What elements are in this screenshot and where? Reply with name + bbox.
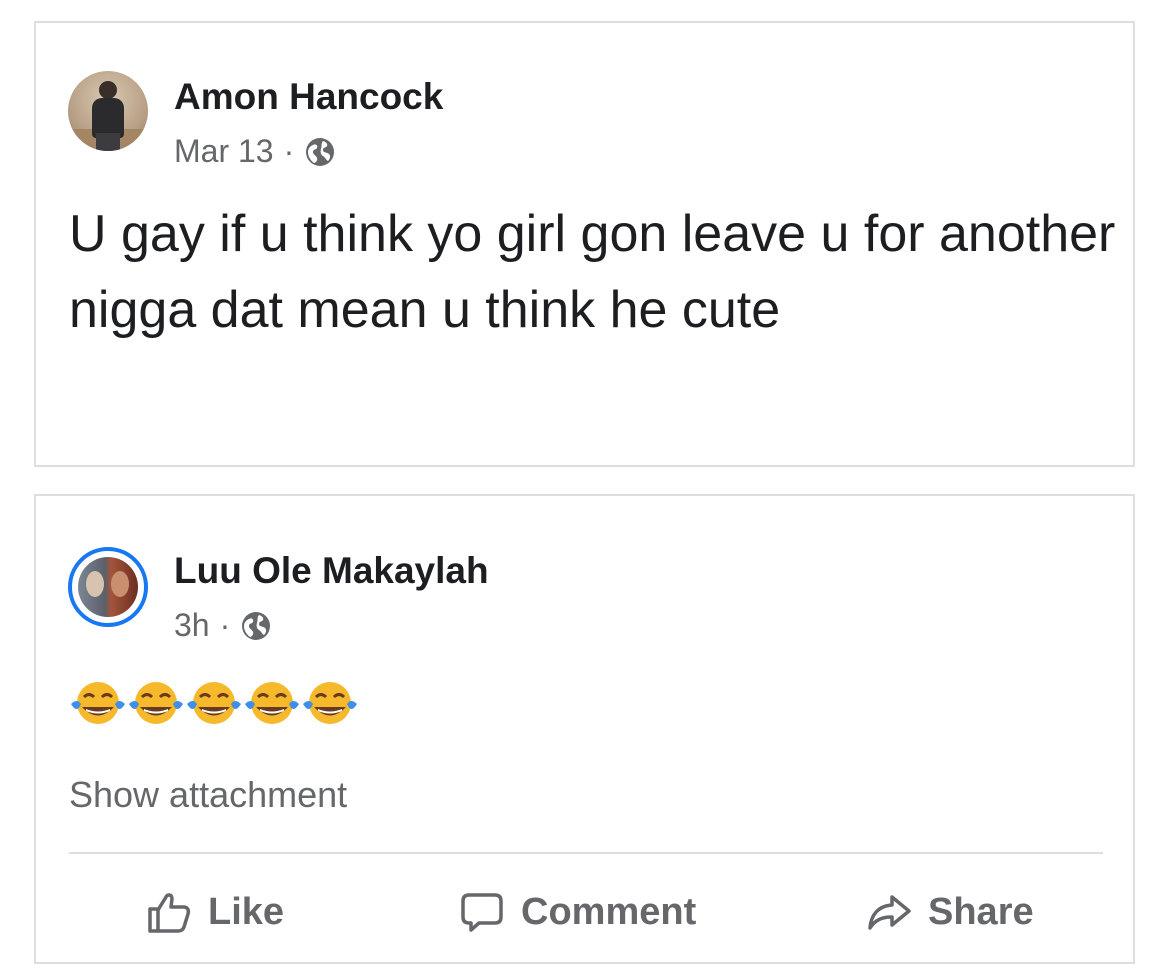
face-with-tears-of-joy-icon [129, 682, 183, 724]
post-date[interactable]: Mar 13 [174, 133, 274, 170]
face-with-tears-of-joy-icon [245, 682, 299, 724]
show-attachment-link[interactable]: Show attachment [69, 774, 347, 816]
comment-button[interactable]: Comment [459, 889, 696, 935]
face-with-tears-of-joy-icon [71, 682, 125, 724]
like-button[interactable]: Like [146, 889, 284, 935]
meta-separator: · [219, 607, 231, 643]
globe-icon[interactable] [240, 610, 272, 642]
share-label: Share [928, 890, 1034, 933]
share-card: Luu Ole Makaylah 3h · Show attachment Li… [34, 494, 1135, 964]
comment-meta: 3h · [174, 607, 272, 644]
face-with-tears-of-joy-icon [303, 682, 357, 724]
globe-icon[interactable] [304, 136, 336, 168]
post-author-name[interactable]: Amon Hancock [174, 76, 443, 118]
post-card: Amon Hancock Mar 13 · U gay if u think y… [34, 21, 1135, 467]
author-avatar[interactable] [68, 71, 148, 151]
avatar-figure-body [92, 98, 124, 138]
avatar-face-right [111, 571, 129, 597]
face-with-tears-of-joy-icon [187, 682, 241, 724]
commenter-avatar-photo [78, 557, 138, 617]
avatar-figure-legs [96, 133, 120, 151]
commenter-avatar[interactable] [68, 547, 148, 627]
avatar-figure-head [99, 81, 117, 99]
like-label: Like [208, 890, 285, 933]
avatar-face-left [86, 571, 104, 597]
commenter-name[interactable]: Luu Ole Makaylah [174, 550, 489, 592]
comment-label: Comment [521, 890, 697, 933]
post-meta: Mar 13 · [174, 133, 336, 170]
share-button[interactable]: Share [866, 889, 1034, 935]
emoji-row [69, 680, 359, 726]
post-body-text: U gay if u think yo girl gon leave u for… [69, 205, 1116, 339]
share-arrow-icon [868, 895, 911, 930]
meta-separator: · [283, 133, 295, 169]
speech-bubble-icon [461, 893, 503, 932]
thumbs-up-icon [148, 893, 191, 933]
divider [69, 852, 1103, 854]
comment-time[interactable]: 3h [174, 607, 210, 644]
